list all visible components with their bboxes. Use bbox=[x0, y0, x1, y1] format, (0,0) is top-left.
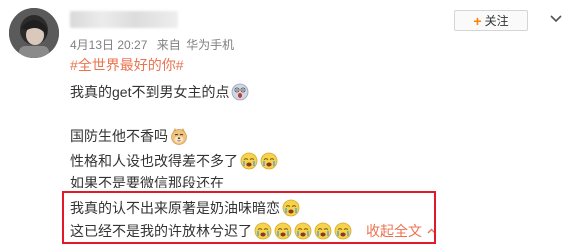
crying-face-icon bbox=[240, 152, 258, 170]
content-line-5: 如果不是要微信那段还在 bbox=[70, 174, 224, 188]
plus-icon: + bbox=[473, 12, 482, 29]
topic-link[interactable]: #全世界最好的你# bbox=[70, 55, 184, 75]
username-blurred[interactable] bbox=[70, 11, 178, 28]
follow-button-label: 关注 bbox=[484, 14, 509, 28]
post-source-prefix: 来自 bbox=[156, 38, 181, 52]
doge-face-icon bbox=[170, 127, 188, 145]
chevron-up-icon bbox=[427, 228, 436, 234]
content-line-7: 这已经不是我的许放林兮迟了 收起全文 bbox=[70, 221, 436, 241]
crying-face-icon bbox=[314, 222, 332, 240]
post-source-device[interactable]: 华为手机 bbox=[186, 38, 234, 52]
crying-face-icon bbox=[294, 222, 312, 240]
crying-face-icon bbox=[282, 199, 300, 217]
crying-face-icon bbox=[254, 222, 272, 240]
collapse-link-label: 收起全文 bbox=[366, 223, 422, 239]
topic-line: #全世界最好的你# bbox=[70, 55, 184, 75]
crying-face-icon bbox=[334, 222, 352, 240]
content-line-4: 性格和人设也改得差不多了 bbox=[70, 151, 278, 171]
chevron-down-icon[interactable] bbox=[549, 12, 563, 26]
line-text: 这已经不是我的许放林兮迟了 bbox=[70, 223, 252, 239]
avatar[interactable] bbox=[9, 8, 59, 58]
follow-button[interactable]: + 关注 bbox=[454, 10, 528, 31]
post-meta: 4月13日 20:27 来自 华为手机 bbox=[70, 36, 240, 53]
line-text: 性格和人设也改得差不多了 bbox=[70, 153, 238, 169]
line-text: 国防生他不香吗 bbox=[70, 128, 168, 144]
line-text: 如果不是要微信那段还在 bbox=[70, 175, 224, 188]
weibo-post: 4月13日 20:27 来自 华为手机 + 关注 #全世界最好的你# 我真的ge… bbox=[0, 0, 577, 244]
shocked-face-icon bbox=[231, 83, 249, 101]
content-line-2: 我真的get不到男女主的点 bbox=[70, 82, 249, 102]
post-date[interactable]: 4月13日 20:27 bbox=[70, 38, 147, 52]
crying-face-icon bbox=[260, 152, 278, 170]
crying-face-icon bbox=[274, 222, 292, 240]
content-line-3: 国防生他不香吗 bbox=[70, 126, 188, 146]
line-text: 我真的认不出来原著是奶油味暗恋 bbox=[70, 200, 280, 216]
content-line-6: 我真的认不出来原著是奶油味暗恋 bbox=[70, 198, 300, 218]
collapse-full-text-link[interactable]: 收起全文 bbox=[366, 221, 436, 241]
line-text: 我真的get不到男女主的点 bbox=[70, 84, 230, 100]
